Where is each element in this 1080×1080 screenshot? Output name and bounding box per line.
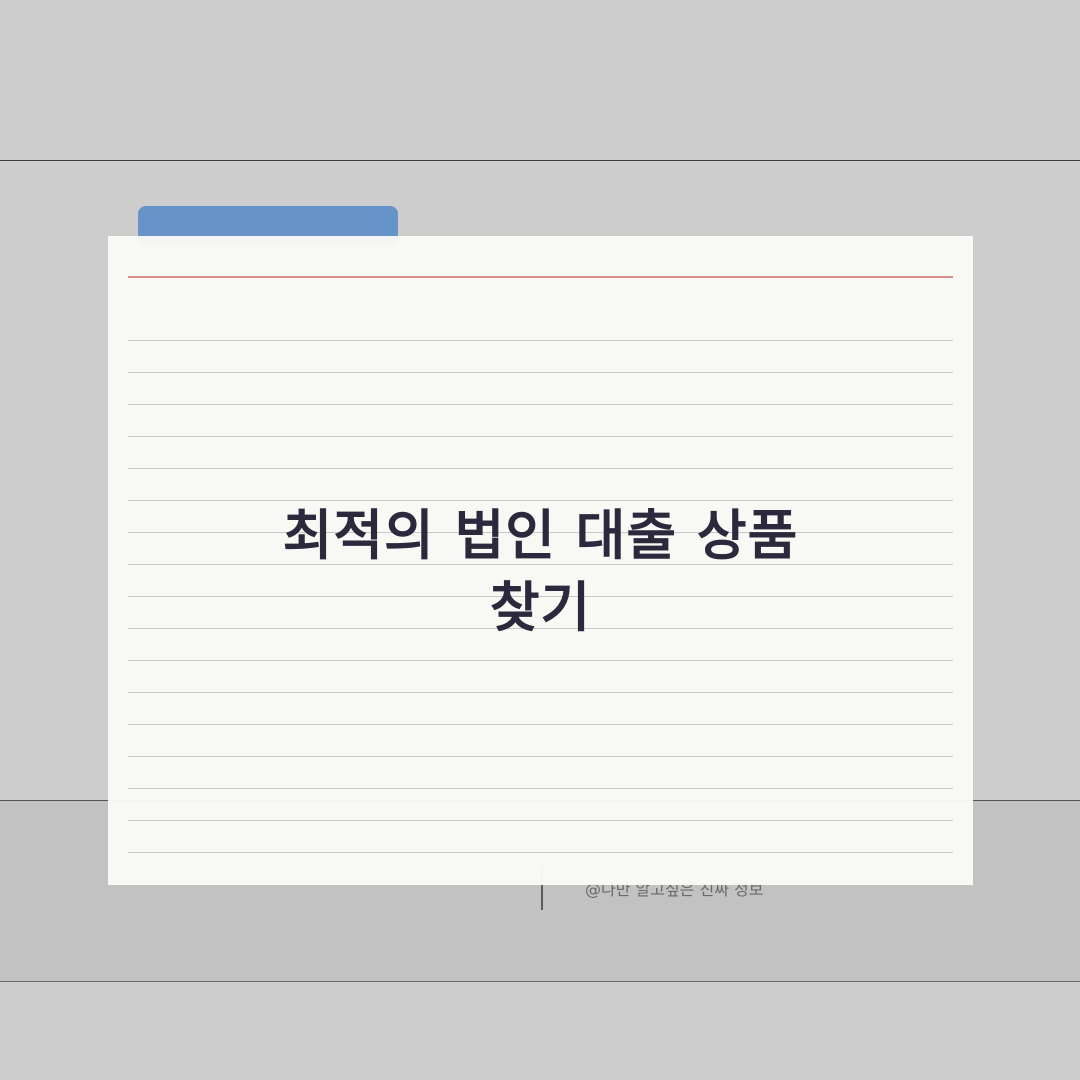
card-title-line-1: 최적의 법인 대출 상품 (282, 504, 799, 567)
card-title: 최적의 법인 대출 상품 찾기 (108, 500, 973, 644)
paper-rule-line (128, 404, 953, 405)
paper-rule-line (128, 372, 953, 373)
paper-rule-line (128, 436, 953, 437)
paper-rule-line (128, 660, 953, 661)
top-divider-line (0, 160, 1080, 161)
paper-rule-line (128, 340, 953, 341)
margin-rule (128, 276, 953, 278)
paper-rule-line (128, 692, 953, 693)
paper-rule-line (128, 788, 953, 789)
card-title-line-2: 찾기 (489, 576, 592, 639)
bottom-divider-line (0, 981, 1080, 982)
paper-rule-line (128, 820, 953, 821)
paper-rule-line (128, 468, 953, 469)
paper-rule-line (128, 756, 953, 757)
paper-rule-line (128, 852, 953, 853)
paper-rule-line (128, 724, 953, 725)
